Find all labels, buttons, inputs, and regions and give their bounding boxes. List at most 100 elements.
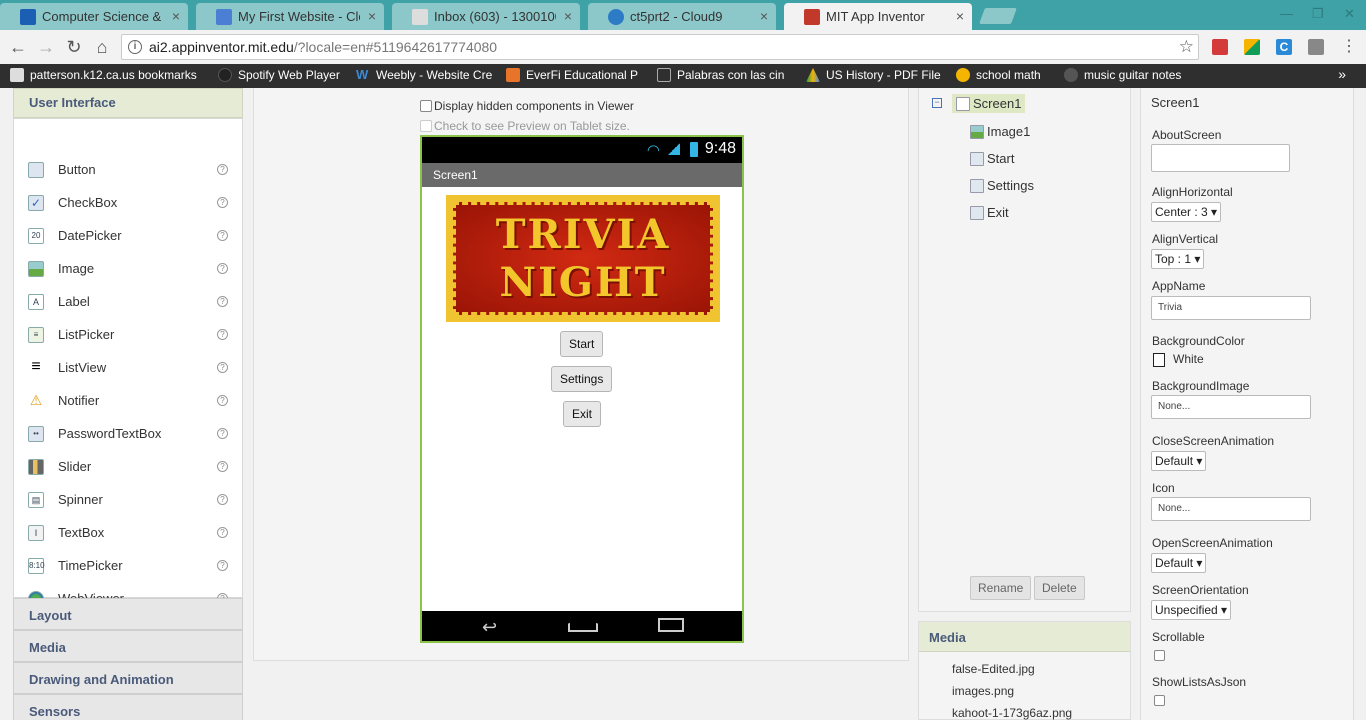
palette-item-datepicker[interactable]: 20 DatePicker ? bbox=[14, 219, 242, 252]
align-vertical-select[interactable]: Top : 1 ▾ bbox=[1151, 249, 1205, 269]
help-icon[interactable]: ? bbox=[217, 494, 228, 505]
media-file[interactable]: kahoot-1-173g6az.png bbox=[952, 706, 1072, 720]
start-button[interactable]: Start bbox=[560, 331, 604, 357]
help-icon[interactable]: ? bbox=[217, 560, 228, 571]
rename-button[interactable]: Rename bbox=[970, 576, 1032, 600]
palette-item-spinner[interactable]: ▤ Spinner ? bbox=[14, 483, 242, 516]
help-icon[interactable]: ? bbox=[217, 428, 228, 439]
help-icon[interactable]: ? bbox=[217, 230, 228, 241]
new-tab-button[interactable] bbox=[979, 8, 1017, 24]
media-file[interactable]: false-Edited.jpg bbox=[952, 662, 1035, 676]
tree-node-settings[interactable]: Settings bbox=[970, 178, 1034, 193]
palette-item-label: TimePicker bbox=[58, 558, 123, 573]
palette-drawer-media[interactable]: Media bbox=[13, 630, 243, 662]
bookmark-item[interactable]: US History - PDF File bbox=[806, 68, 942, 82]
tablet-preview-option[interactable]: Check to see Preview on Tablet size. bbox=[420, 119, 630, 133]
palette-drawer-drawing-animation[interactable]: Drawing and Animation bbox=[13, 662, 243, 694]
extension-icon[interactable] bbox=[1212, 39, 1228, 55]
display-hidden-checkbox[interactable] bbox=[420, 100, 432, 112]
close-tab-icon[interactable]: × bbox=[172, 8, 180, 24]
background-image-field[interactable]: None... bbox=[1151, 395, 1311, 419]
help-icon[interactable]: ? bbox=[217, 329, 228, 340]
close-tab-icon[interactable]: × bbox=[368, 8, 376, 24]
bookmark-item[interactable]: Spotify Web Player bbox=[218, 68, 348, 82]
close-window-icon[interactable]: ✕ bbox=[1344, 6, 1355, 22]
close-animation-select[interactable]: Default ▾ bbox=[1151, 451, 1207, 471]
help-icon[interactable]: ? bbox=[217, 263, 228, 274]
close-tab-icon[interactable]: × bbox=[956, 8, 964, 24]
palette-item-checkbox[interactable]: ✓ CheckBox ? bbox=[14, 186, 242, 219]
bookmark-item[interactable]: EverFi Educational P bbox=[506, 68, 642, 82]
maximize-icon[interactable]: ❐ bbox=[1312, 6, 1324, 22]
help-icon[interactable]: ? bbox=[217, 527, 228, 538]
home-icon[interactable]: ⌂ bbox=[91, 36, 113, 58]
back-icon[interactable]: ← bbox=[7, 36, 29, 58]
palette-item-slider[interactable]: Slider ? bbox=[14, 450, 242, 483]
browser-tab[interactable]: ct5prt2 - Cloud9 × bbox=[588, 3, 776, 30]
palette-item-label[interactable]: A Label ? bbox=[14, 285, 242, 318]
browser-tab[interactable]: Computer Science & Eng × bbox=[0, 3, 188, 30]
media-file[interactable]: images.png bbox=[952, 684, 1014, 698]
show-lists-json-checkbox[interactable] bbox=[1154, 695, 1165, 706]
close-tab-icon[interactable]: × bbox=[760, 8, 768, 24]
help-icon[interactable]: ? bbox=[217, 197, 228, 208]
help-icon[interactable]: ? bbox=[217, 395, 228, 406]
icon-field[interactable]: None... bbox=[1151, 497, 1311, 521]
help-icon[interactable]: ? bbox=[217, 296, 228, 307]
tree-node-screen1[interactable]: Screen1 bbox=[952, 94, 1026, 113]
tablet-preview-checkbox[interactable] bbox=[420, 120, 432, 132]
extension-icon[interactable]: C bbox=[1276, 39, 1292, 55]
extension-icon[interactable] bbox=[1308, 39, 1324, 55]
settings-button[interactable]: Settings bbox=[551, 366, 613, 392]
background-color-value[interactable]: White bbox=[1173, 352, 1204, 366]
about-screen-field[interactable] bbox=[1151, 144, 1290, 172]
browser-tab[interactable]: Inbox (603) - 13001006 × bbox=[392, 3, 580, 30]
close-tab-icon[interactable]: × bbox=[564, 8, 572, 24]
palette-item-listpicker[interactable]: ≡ ListPicker ? bbox=[14, 318, 242, 351]
image1-component[interactable]: TRIVIA NIGHT bbox=[446, 195, 720, 322]
app-name-field[interactable]: Trivia bbox=[1151, 296, 1311, 320]
address-bar[interactable]: i ai2.appinventor.mit.edu/?locale=en#511… bbox=[121, 34, 1199, 60]
more-bookmarks-icon[interactable]: » bbox=[1338, 66, 1346, 82]
chrome-menu-icon[interactable]: ⋮ bbox=[1338, 36, 1360, 58]
tree-node-image1[interactable]: Image1 bbox=[970, 124, 1030, 139]
palette-item-passwordtextbox[interactable]: •• PasswordTextBox ? bbox=[14, 417, 242, 450]
help-icon[interactable]: ? bbox=[217, 362, 228, 373]
palette-item-notifier[interactable]: ⚠ Notifier ? bbox=[14, 384, 242, 417]
browser-tab[interactable]: My First Website - Cloud × bbox=[196, 3, 384, 30]
scrollable-checkbox[interactable] bbox=[1154, 650, 1165, 661]
bookmark-item[interactable]: school math bbox=[956, 68, 1056, 82]
palette-item-timepicker[interactable]: 8:10 TimePicker ? bbox=[14, 549, 242, 582]
delete-button[interactable]: Delete bbox=[1034, 576, 1085, 600]
bookmark-item[interactable]: Palabras con las cin bbox=[657, 68, 793, 82]
bookmark-item[interactable]: W Weebly - Website Cre bbox=[356, 68, 493, 82]
forward-icon[interactable]: → bbox=[35, 36, 57, 58]
screen-orientation-select[interactable]: Unspecified ▾ bbox=[1151, 600, 1232, 620]
bookmark-item[interactable]: patterson.k12.ca.us bookmarks bbox=[10, 68, 210, 82]
folder-icon bbox=[10, 68, 24, 82]
palette-drawer-layout[interactable]: Layout bbox=[13, 598, 243, 630]
tree-node-start[interactable]: Start bbox=[970, 151, 1014, 166]
palette-item-button[interactable]: Button ? bbox=[14, 153, 242, 186]
minimize-icon[interactable]: — bbox=[1280, 6, 1293, 21]
open-animation-select[interactable]: Default ▾ bbox=[1151, 553, 1207, 573]
bookmark-item[interactable]: music guitar notes bbox=[1064, 68, 1194, 82]
tree-node-exit[interactable]: Exit bbox=[970, 205, 1009, 220]
reload-icon[interactable]: ↻ bbox=[63, 36, 85, 58]
palette-drawer-sensors[interactable]: Sensors bbox=[13, 694, 243, 720]
palette-item-textbox[interactable]: I TextBox ? bbox=[14, 516, 242, 549]
exit-button[interactable]: Exit bbox=[563, 401, 602, 427]
palette-item-listview[interactable]: ≡ ListView ? bbox=[14, 351, 242, 384]
help-icon[interactable]: ? bbox=[217, 164, 228, 175]
display-hidden-components-option[interactable]: Display hidden components in Viewer bbox=[420, 99, 634, 113]
collapse-icon[interactable]: − bbox=[932, 98, 942, 108]
color-swatch-icon[interactable] bbox=[1153, 353, 1165, 367]
bookmark-star-icon[interactable]: ☆ bbox=[1179, 37, 1194, 57]
site-info-icon[interactable]: i bbox=[128, 40, 142, 54]
browser-tab-active[interactable]: MIT App Inventor × bbox=[784, 3, 972, 30]
palette-drawer-user-interface[interactable]: User Interface bbox=[13, 88, 243, 118]
help-icon[interactable]: ? bbox=[217, 461, 228, 472]
align-horizontal-select[interactable]: Center : 3 ▾ bbox=[1151, 202, 1222, 222]
extension-icon[interactable] bbox=[1244, 39, 1260, 55]
palette-item-image[interactable]: Image ? bbox=[14, 252, 242, 285]
